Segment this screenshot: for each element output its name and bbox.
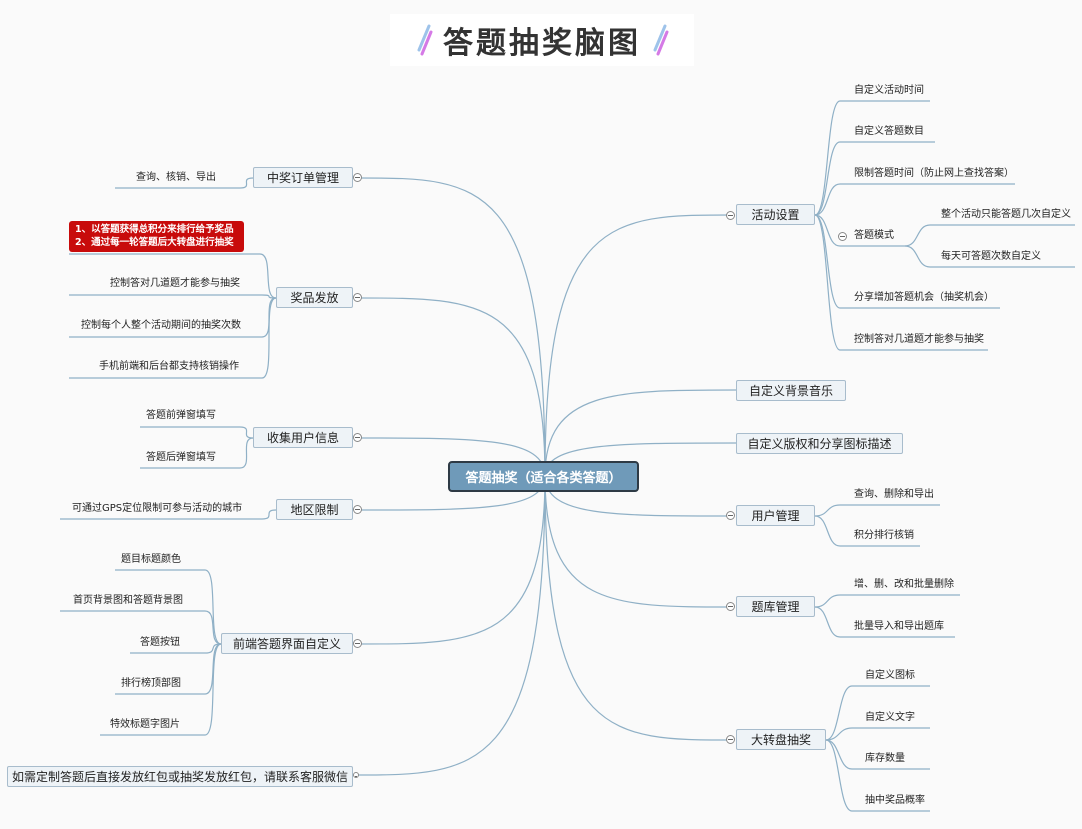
leaf-frontend: 题目标题颜色 [121, 554, 181, 565]
connector-line [814, 183, 841, 216]
connector-line [904, 224, 931, 247]
connector-line [359, 297, 546, 477]
node-bg-music[interactable]: 自定义背景音乐 [736, 380, 846, 401]
node-user-management[interactable]: 用户管理 [736, 505, 815, 526]
leaf-wheel: 自定义图标 [865, 670, 915, 681]
connector-line [825, 739, 853, 812]
connector-line [814, 214, 841, 351]
connector-line [814, 504, 841, 517]
collapse-icon[interactable] [353, 293, 362, 302]
leaf-prize: 手机前端和后台都支持核销操作 [99, 361, 239, 372]
connector-line [355, 475, 546, 776]
leaf-wheel: 库存数量 [865, 753, 905, 764]
connector-line [544, 475, 732, 608]
collapse-icon[interactable] [726, 735, 735, 744]
leaf-region: 可通过GPS定位限制可参与活动的城市 [72, 503, 243, 514]
connector-line [814, 606, 841, 638]
connector-line [359, 177, 546, 477]
node-order-management[interactable]: 中奖订单管理 [253, 167, 353, 188]
connector-line [261, 294, 277, 299]
connector-line [814, 594, 841, 608]
connector-line [259, 253, 277, 299]
connector-line [239, 437, 254, 469]
leaf-frontend: 特效标题字图片 [110, 719, 180, 730]
connector-line [204, 643, 222, 736]
leaf-activity: 自定义活动时间 [854, 85, 924, 96]
page-title: 答题抽奖脑图 [390, 14, 694, 66]
node-lucky-wheel[interactable]: 大转盘抽奖 [736, 729, 826, 750]
connector-line [261, 509, 277, 520]
title-text: 答题抽奖脑图 [443, 26, 641, 61]
leaf-activity: 限制答题时间（防止网上查找答案） [854, 168, 1014, 179]
leaf-activity: 分享增加答题机会（抽奖机会） [854, 292, 994, 303]
leaf-wheel: 抽中奖品概率 [865, 795, 925, 806]
leaf-prize: 控制每个人整个活动期间的抽奖次数 [81, 320, 241, 331]
leaf-order-query: 查询、核销、导出 [136, 172, 216, 183]
dot-icon [353, 772, 359, 778]
collapse-icon[interactable] [726, 602, 735, 611]
connector-line [239, 426, 254, 439]
node-contact-note[interactable]: 如需定制答题后直接发放红包或抽奖发放红包，请联系客服微信 [7, 766, 353, 787]
leaf-activity: 自定义答题数目 [854, 126, 924, 137]
leaf-prize: 控制答对几道题才能参与抽奖 [110, 278, 240, 289]
collapse-icon[interactable] [838, 232, 847, 241]
slash-decoration-icon [651, 24, 669, 56]
connector-line [825, 739, 853, 770]
leaf-user: 查询、删除和导出 [854, 489, 934, 500]
node-region[interactable]: 地区限制 [276, 499, 353, 520]
leaf-frontend: 排行榜顶部图 [121, 678, 181, 689]
leaf-mode: 每天可答题次数自定义 [941, 251, 1041, 262]
collapse-icon[interactable] [353, 433, 362, 442]
node-question-bank[interactable]: 题库管理 [736, 596, 815, 617]
leaf-bank: 增、删、改和批量删除 [854, 579, 954, 590]
collapse-icon[interactable] [353, 173, 362, 182]
central-topic[interactable]: 答题抽奖（适合各类答题） [448, 461, 639, 492]
connector-line [239, 177, 254, 189]
collapse-icon[interactable] [726, 511, 735, 520]
highlight-note: 1、以答题获得总积分来排行给予奖品 2、通过每一轮答题后大转盘进行抽奖 [69, 221, 244, 252]
leaf-collect: 答题后弹窗填写 [146, 452, 216, 463]
leaf-mode: 整个活动只能答题几次自定义 [941, 209, 1071, 220]
node-prize[interactable]: 奖品发放 [276, 287, 353, 308]
collapse-icon[interactable] [353, 639, 362, 648]
collapse-icon[interactable] [726, 211, 735, 220]
connector-line [904, 245, 931, 268]
highlight-line: 2、通过每一轮答题后大转盘进行抽奖 [75, 237, 234, 248]
leaf-activity: 控制答对几道题才能参与抽奖 [854, 334, 984, 345]
leaf-bank: 批量导入和导出题库 [854, 621, 944, 632]
leaf-user: 积分排行核销 [854, 530, 914, 541]
node-activity-settings[interactable]: 活动设置 [736, 204, 815, 225]
leaf-collect: 答题前弹窗填写 [146, 410, 216, 421]
leaf-activity-mode: 答题模式 [854, 230, 894, 241]
connector-line [359, 475, 546, 645]
leaf-frontend: 首页背景图和答题背景图 [73, 595, 183, 606]
highlight-line: 1、以答题获得总积分来排行给予奖品 [75, 224, 234, 235]
node-copyright[interactable]: 自定义版权和分享图标描述 [736, 433, 903, 454]
connector-line [814, 515, 841, 547]
collapse-icon[interactable] [353, 505, 362, 514]
node-collect-user-info[interactable]: 收集用户信息 [253, 427, 353, 448]
connector-line [544, 214, 732, 477]
connector-line [825, 685, 853, 741]
leaf-wheel: 自定义文字 [865, 712, 915, 723]
leaf-frontend: 答题按钮 [140, 637, 180, 648]
node-frontend-custom[interactable]: 前端答题界面自定义 [221, 633, 353, 654]
slash-decoration-icon [415, 24, 433, 56]
